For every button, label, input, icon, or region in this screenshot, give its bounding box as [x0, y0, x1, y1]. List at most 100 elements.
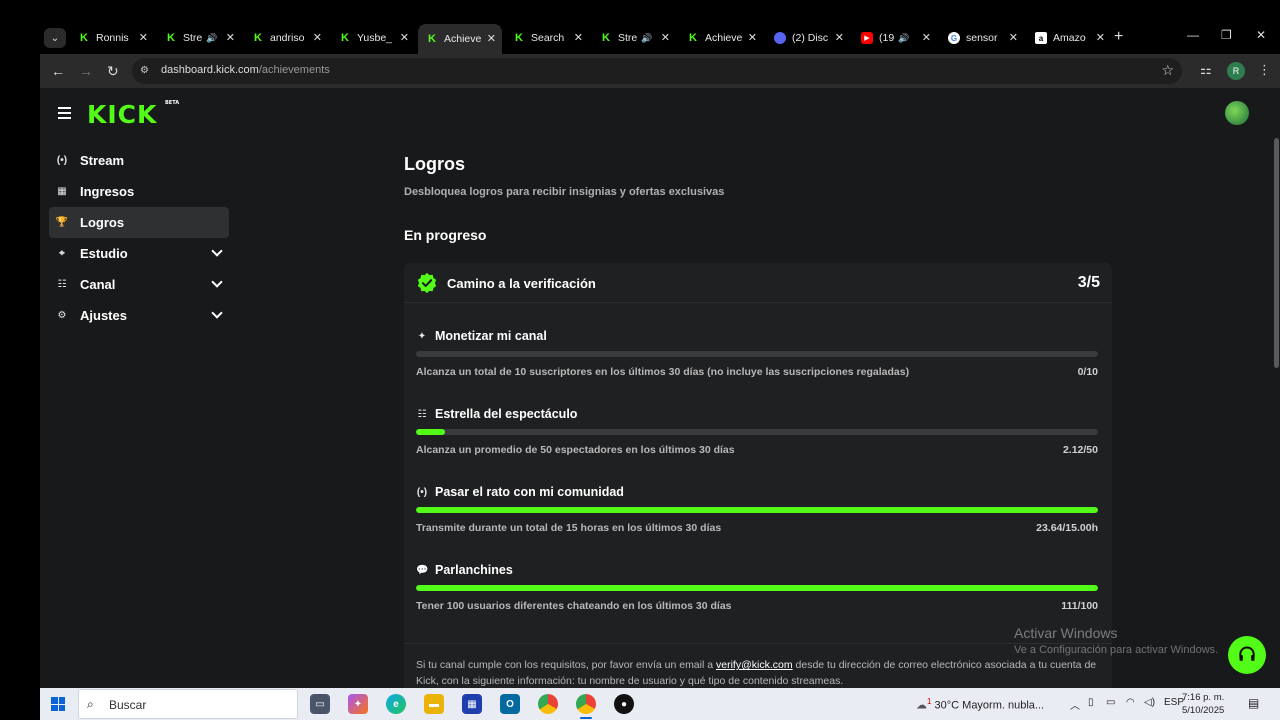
store-icon[interactable]: ▦	[462, 694, 482, 714]
weather-widget[interactable]: ☁1 30°C Mayorm. nubla...	[916, 697, 1044, 712]
tray-overflow-icon[interactable]: ︿	[1070, 697, 1080, 712]
tab-close-icon[interactable]: ✕	[313, 31, 322, 44]
sidebar-item-ajustes[interactable]: ⚙ Ajustes	[49, 300, 229, 331]
new-tab-button[interactable]: +	[1114, 28, 1123, 46]
task-view-icon[interactable]: ▭	[310, 694, 330, 714]
tab-9[interactable]: ▶ (19 🔊 ✕	[853, 26, 937, 50]
tab-close-icon[interactable]: ✕	[748, 31, 757, 44]
tab-close-icon[interactable]: ✕	[661, 31, 670, 44]
chevron-down-icon[interactable]	[211, 307, 223, 319]
start-button[interactable]	[51, 697, 65, 711]
user-avatar[interactable]	[1225, 101, 1249, 125]
clock[interactable]: 7:16 p. m. 5/10/2025	[1182, 691, 1224, 717]
tab-title: andriso	[270, 32, 305, 44]
site-info-icon[interactable]: ⚙	[140, 65, 152, 77]
tab-bar: ⌄ K Ronnis ✕ K Stre 🔊 ✕ Kandriso ✕ K Yusbe_ ✕ K Achie…	[40, 0, 1280, 56]
chrome-profile-icon[interactable]	[576, 694, 596, 719]
menu-kebab-icon[interactable]: ⋮	[1258, 62, 1271, 78]
tab-close-icon[interactable]: ✕	[1096, 31, 1105, 44]
tab-7[interactable]: K Achieve ✕	[679, 26, 763, 50]
progress-bar	[416, 507, 1098, 513]
sidebar-item-estudio[interactable]: ⌖ Estudio	[49, 238, 229, 269]
progress-bar-fill	[416, 507, 1098, 513]
sidebar-item-label: Ajustes	[80, 308, 127, 323]
tab-5[interactable]: K Search ✕	[505, 26, 589, 50]
edge-icon[interactable]: e	[386, 694, 406, 714]
extensions-icon[interactable]: ⚏	[1200, 62, 1212, 78]
file-explorer-icon[interactable]: ▬	[424, 694, 444, 714]
tab-4[interactable]: K Achieve ✕	[418, 24, 502, 54]
notifications-icon[interactable]: ▤	[1248, 696, 1259, 710]
wifi-icon[interactable]: ◠	[1126, 697, 1135, 708]
achievement-description: Tener 100 usuarios diferentes chateando …	[416, 600, 732, 612]
tab-0[interactable]: K Ronnis ✕	[70, 26, 154, 50]
page-title: Logros	[404, 154, 465, 174]
battery-icon[interactable]: ▭	[1106, 697, 1115, 708]
url-path: /achievements	[258, 64, 330, 76]
taskbar-search[interactable]: ⌕ Buscar	[78, 689, 298, 719]
tab-close-icon[interactable]: ✕	[400, 31, 409, 44]
progress-bar	[416, 585, 1098, 591]
sidebar-item-stream[interactable]: (•) Stream	[49, 145, 229, 176]
bookmark-star-icon[interactable]: ☆	[1161, 62, 1174, 79]
obs-icon[interactable]: ●	[614, 694, 634, 714]
sidebar-item-ingresos[interactable]: ▦ Ingresos	[49, 176, 229, 207]
meet-icon[interactable]: ▯	[1088, 697, 1094, 708]
page-scrollbar[interactable]	[1274, 138, 1279, 368]
page-subtitle: Desbloquea logros para recibir insignias…	[404, 186, 725, 198]
copilot-icon[interactable]: ✦	[348, 694, 368, 714]
sidebar-item-logros[interactable]: 🏆 Logros	[49, 207, 229, 238]
chrome-icon[interactable]	[538, 694, 558, 714]
verify-email-link[interactable]: verify@kick.com	[716, 659, 793, 671]
tab-favicon-icon: K	[689, 32, 697, 44]
support-chat-button[interactable]	[1228, 636, 1266, 674]
reload-icon[interactable]: ↻	[107, 63, 119, 80]
sidebar-item-canal[interactable]: ☷ Canal	[49, 269, 229, 300]
kick-logo[interactable]: KICK BETA	[87, 100, 179, 129]
tab-title: (2) Disc	[792, 32, 829, 44]
tab-10[interactable]: Gsensor ✕	[940, 26, 1024, 50]
tab-11[interactable]: a Amazo ✕	[1027, 26, 1111, 50]
sidebar-item-label: Logros	[80, 215, 125, 230]
volume-icon[interactable]: ◁)	[1144, 697, 1155, 708]
achievement-name: 💬 Parlanchines	[416, 563, 513, 577]
url-host: dashboard.kick.com	[161, 64, 259, 76]
achievement-progress: 111/100	[1061, 600, 1098, 612]
tab-3[interactable]: K Yusbe_ ✕	[331, 26, 415, 50]
tab-close-icon[interactable]: ✕	[139, 31, 148, 44]
chevron-down-icon[interactable]	[211, 245, 223, 257]
omnibox[interactable]: ⚙ dashboard.kick.com/achievements ☆	[132, 58, 1182, 84]
profile-avatar[interactable]: R	[1227, 62, 1245, 80]
tab-2[interactable]: Kandriso ✕	[244, 26, 328, 50]
tab-close-icon[interactable]: ✕	[1009, 31, 1018, 44]
forward-button[interactable]: →	[79, 63, 93, 79]
tab-audio-icon[interactable]: 🔊	[206, 33, 217, 44]
tab-title: Stre	[183, 32, 203, 44]
tab-search-dropdown-button[interactable]: ⌄	[44, 28, 66, 48]
tab-1[interactable]: K Stre 🔊 ✕	[157, 26, 241, 50]
tab-close-icon[interactable]: ✕	[487, 32, 496, 45]
tab-close-icon[interactable]: ✕	[922, 31, 931, 44]
close-window-button[interactable]: ✕	[1256, 28, 1266, 42]
tab-audio-icon[interactable]: 🔊	[641, 33, 652, 44]
broadcast-icon: (•)	[416, 486, 428, 498]
back-button[interactable]: ←	[51, 63, 65, 79]
chevron-down-icon[interactable]	[211, 276, 223, 288]
tab-close-icon[interactable]: ✕	[835, 31, 844, 44]
restore-button[interactable]: ❐	[1221, 28, 1232, 42]
minimize-button[interactable]: —	[1187, 28, 1199, 42]
tab-favicon-icon: K	[254, 32, 262, 44]
outlook-icon[interactable]: O	[500, 694, 520, 714]
tab-8[interactable]: (2) Disc ✕	[766, 26, 850, 50]
tab-close-icon[interactable]: ✕	[574, 31, 583, 44]
profile-initial: R	[1232, 66, 1240, 76]
activate-windows-title: Activar Windows	[1014, 625, 1118, 641]
tab-6[interactable]: K Stre 🔊 ✕	[592, 26, 676, 50]
hamburger-menu-icon[interactable]	[58, 107, 71, 122]
tab-audio-icon[interactable]: 🔊	[898, 33, 909, 44]
tab-close-icon[interactable]: ✕	[226, 31, 235, 44]
url-text[interactable]: dashboard.kick.com/achievements	[161, 64, 330, 76]
language-indicator[interactable]: ESP	[1164, 697, 1184, 708]
weather-text: 30°C Mayorm. nubla...	[934, 699, 1045, 712]
tab-favicon-icon: K	[515, 32, 523, 44]
